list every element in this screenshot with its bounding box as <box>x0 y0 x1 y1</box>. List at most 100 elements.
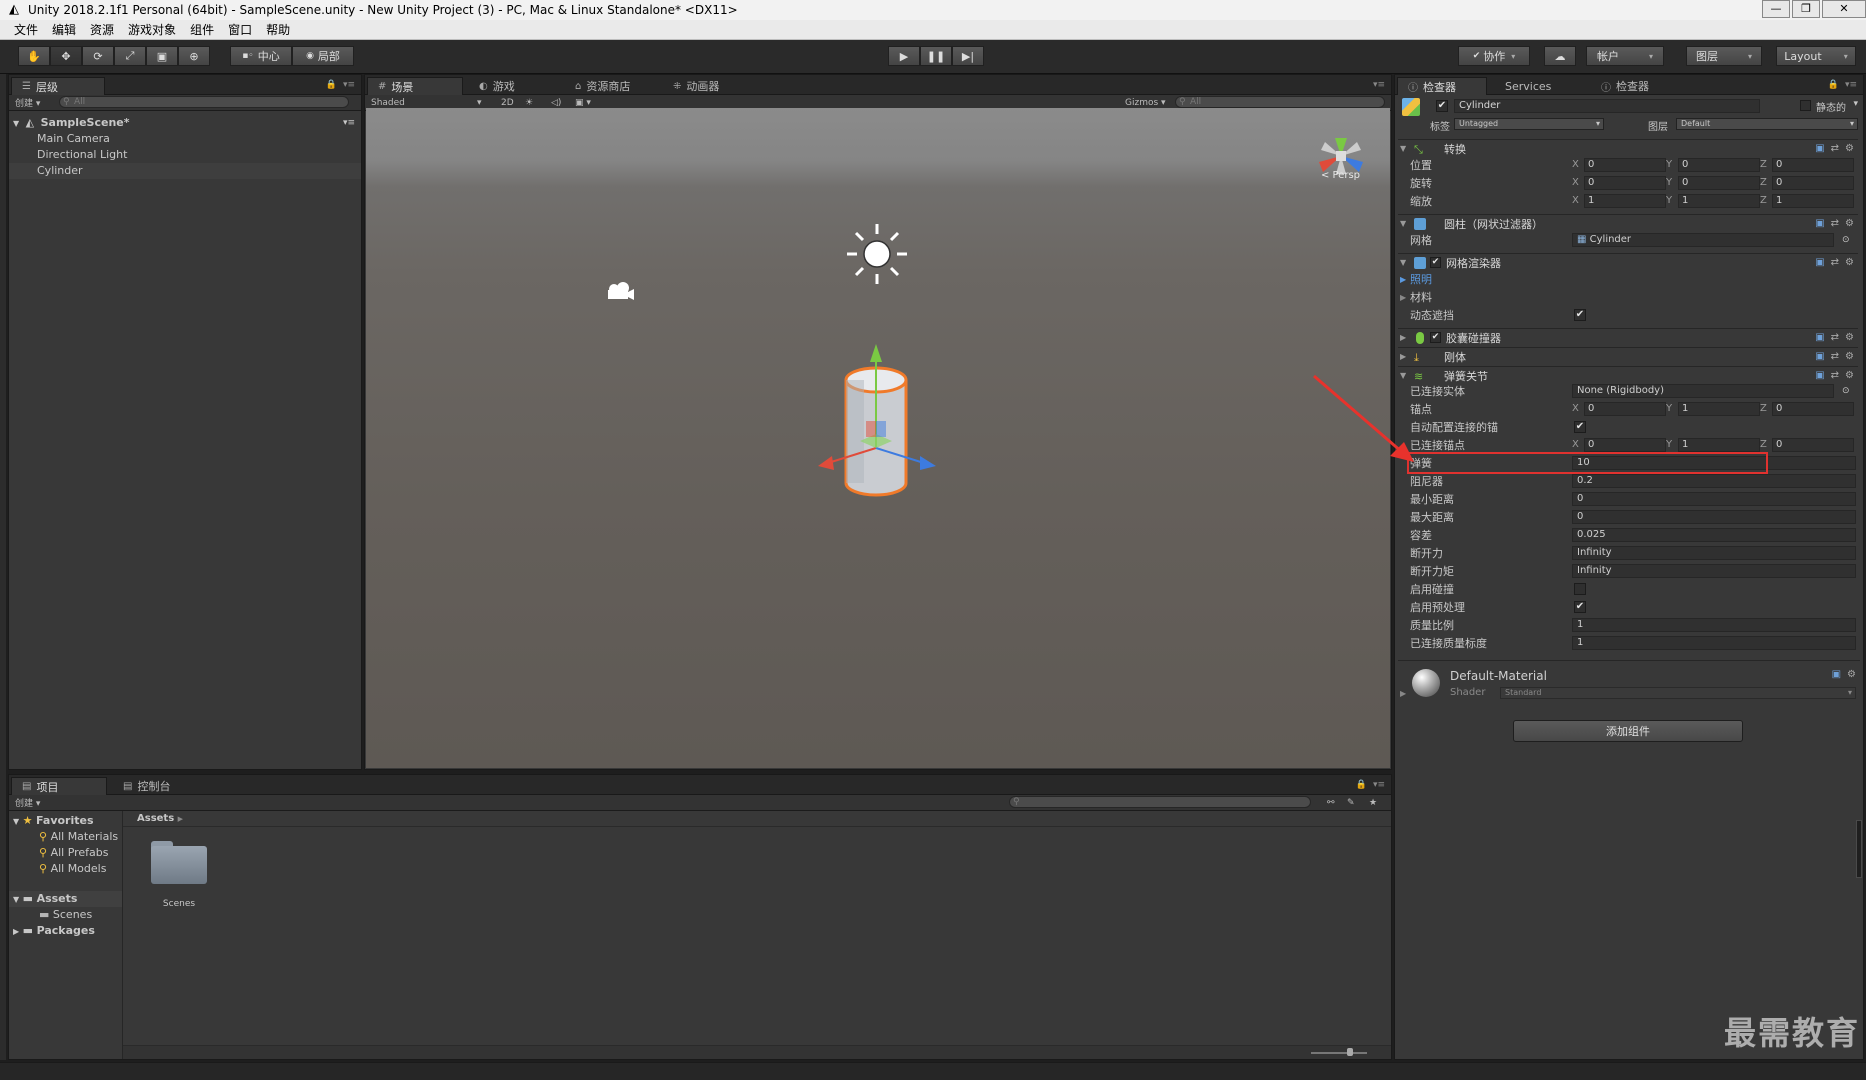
help-book-icon[interactable]: ▣ <box>1832 669 1841 680</box>
pause-button[interactable]: ❚❚ <box>920 46 952 66</box>
add-component-button[interactable]: 添加组件 <box>1513 720 1743 742</box>
inspector-scrollbar[interactable] <box>1856 820 1862 878</box>
move-tool-icon[interactable]: ✥ <box>50 46 82 66</box>
play-button[interactable]: ▶ <box>888 46 920 66</box>
mesh-renderer-enabled-checkbox[interactable]: ✔ <box>1430 257 1441 268</box>
hierarchy-item-directional-light[interactable]: Directional Light <box>9 147 367 163</box>
hierarchy-item-cylinder[interactable]: Cylinder <box>9 163 361 179</box>
preset-icon[interactable]: ⇄ <box>1831 218 1839 229</box>
static-dropdown-icon[interactable]: ▾ <box>1853 99 1858 109</box>
rect-tool-icon[interactable]: ▣ <box>146 46 178 66</box>
connected-anchor-x-field[interactable]: 0 <box>1584 438 1666 452</box>
tab-game[interactable]: ◐ 游戏 <box>469 77 525 95</box>
hierarchy-search-input[interactable]: ⚲ All <box>59 96 349 108</box>
hierarchy-item-main-camera[interactable]: Main Camera <box>9 131 367 147</box>
create-dropdown[interactable]: 创建 ▾ <box>15 96 40 109</box>
menu-window[interactable]: 窗口 <box>228 21 252 38</box>
menu-edit[interactable]: 编辑 <box>52 21 76 38</box>
scale-z-field[interactable]: 1 <box>1772 194 1854 208</box>
max-distance-field[interactable]: 0 <box>1572 510 1856 524</box>
help-book-icon[interactable]: ▣ <box>1815 218 1824 229</box>
object-active-checkbox[interactable]: ✔ <box>1436 100 1448 112</box>
panel-menu-icon[interactable]: ▾≡ <box>343 80 355 90</box>
position-y-field[interactable]: 0 <box>1678 158 1760 172</box>
panel-menu-icon[interactable]: ▾≡ <box>1373 80 1385 90</box>
panel-menu-icon[interactable]: ▾≡ <box>1373 780 1385 790</box>
panel-menu-icon[interactable]: ▾≡ <box>1845 80 1857 90</box>
menu-component[interactable]: 组件 <box>190 21 214 38</box>
anchor-x-field[interactable]: 0 <box>1584 402 1666 416</box>
enable-preprocessing-checkbox[interactable]: ✔ <box>1574 601 1586 613</box>
auto-configure-checkbox[interactable]: ✔ <box>1574 421 1586 433</box>
preset-icon[interactable]: ⇄ <box>1831 370 1839 381</box>
pivot-toggle[interactable]: ▪◦ 中心 <box>230 46 292 66</box>
preset-icon[interactable]: ⇄ <box>1831 332 1839 343</box>
scenes-folder[interactable]: ▬ Scenes <box>39 907 92 923</box>
tab-inspector-2[interactable]: ⓘ 检查器 <box>1591 77 1659 95</box>
rigidbody-header[interactable]: ▶ ⤓ 刚体 ▣ ⇄ ⚙ <box>1398 347 1858 365</box>
tab-hierarchy[interactable]: ☰ 层级 <box>11 77 105 95</box>
folder-tile-scenes[interactable]: Scenes <box>141 841 217 921</box>
mesh-renderer-header[interactable]: ▼ ✔ 网格渲染器 ▣ ⇄ ⚙ <box>1398 253 1858 271</box>
lock-icon[interactable]: 🔒 <box>326 80 337 90</box>
tag-dropdown[interactable]: Untagged ▾ <box>1454 118 1604 130</box>
preset-icon[interactable]: ⇄ <box>1831 257 1839 268</box>
collab-dropdown[interactable]: ✔ 协作 ▾ <box>1458 46 1530 66</box>
effects-dropdown-icon[interactable]: ▣ ▾ <box>575 98 591 108</box>
connected-body-field[interactable]: None (Rigidbody) <box>1572 384 1834 398</box>
object-picker-icon[interactable]: ⊙ <box>1842 386 1850 396</box>
help-book-icon[interactable]: ▣ <box>1815 143 1824 154</box>
favorite-all-materials[interactable]: ⚲ All Materials <box>39 829 118 845</box>
hand-tool-icon[interactable]: ✋ <box>18 46 50 66</box>
scene-row[interactable]: ▼ ◭ SampleScene* ▾≡ <box>9 115 361 131</box>
preset-icon[interactable]: ⇄ <box>1831 351 1839 362</box>
tolerance-field[interactable]: 0.025 <box>1572 528 1856 542</box>
menu-gameobject[interactable]: 游戏对象 <box>128 21 176 38</box>
shader-dropdown[interactable]: Standard ▾ <box>1500 687 1856 699</box>
directional-light-icon[interactable] <box>847 224 907 284</box>
mesh-filter-header[interactable]: ▼ 圆柱（网状过滤器） ▣ ⇄ ⚙ <box>1398 214 1858 232</box>
static-checkbox[interactable] <box>1800 100 1811 111</box>
maximize-button[interactable]: ❐ <box>1792 0 1820 18</box>
favorite-star-icon[interactable]: ★ <box>1369 798 1377 808</box>
project-search-input[interactable]: ⚲ <box>1009 796 1311 808</box>
preset-icon[interactable]: ⇄ <box>1831 143 1839 154</box>
mass-scale-field[interactable]: 1 <box>1572 618 1856 632</box>
audio-toggle-icon[interactable]: ◁) <box>551 98 561 108</box>
position-z-field[interactable]: 0 <box>1772 158 1854 172</box>
orientation-gizmo[interactable] <box>1319 138 1363 174</box>
gear-icon[interactable]: ⚙ <box>1845 351 1854 362</box>
enable-collision-checkbox[interactable] <box>1574 583 1586 595</box>
connected-anchor-z-field[interactable]: 0 <box>1772 438 1854 452</box>
help-book-icon[interactable]: ▣ <box>1815 370 1824 381</box>
capsule-collider-enabled-checkbox[interactable]: ✔ <box>1430 332 1441 343</box>
tab-services[interactable]: Services <box>1495 77 1561 95</box>
tab-scene[interactable]: # 场景 <box>367 77 463 95</box>
help-book-icon[interactable]: ▣ <box>1815 351 1824 362</box>
minimize-button[interactable]: — <box>1762 0 1790 18</box>
favorite-all-models[interactable]: ⚲ All Models <box>39 861 106 877</box>
damper-field[interactable]: 0.2 <box>1572 474 1856 488</box>
gizmos-dropdown[interactable]: Gizmos ▾ <box>1125 98 1166 108</box>
scene-search-input[interactable]: ⚲ All <box>1175 96 1385 108</box>
tab-inspector[interactable]: ⓘ 检查器 <box>1397 77 1487 95</box>
gear-icon[interactable]: ⚙ <box>1845 143 1854 154</box>
toggle-2d-button[interactable]: 2D <box>501 98 514 108</box>
tab-console[interactable]: ▤ 控制台 <box>113 777 180 795</box>
filter-by-type-icon[interactable]: ⚯ <box>1327 798 1335 808</box>
gear-icon[interactable]: ⚙ <box>1845 257 1854 268</box>
scale-y-field[interactable]: 1 <box>1678 194 1760 208</box>
materials-row[interactable]: ▶ 材料 <box>1398 288 1858 306</box>
filter-by-label-icon[interactable]: ✎ <box>1347 798 1355 808</box>
scene-viewport[interactable]: < Persp <box>366 108 1390 768</box>
gear-icon[interactable]: ⚙ <box>1845 218 1854 229</box>
break-force-field[interactable]: Infinity <box>1572 546 1856 560</box>
capsule-collider-header[interactable]: ▶ ✔ 胶囊碰撞器 ▣ ⇄ ⚙ <box>1398 328 1858 346</box>
step-button[interactable]: ▶| <box>952 46 984 66</box>
lock-icon[interactable]: 🔒 <box>1828 80 1839 90</box>
lighting-toggle-icon[interactable]: ☀ <box>525 98 533 108</box>
rotate-tool-icon[interactable]: ⟳ <box>82 46 114 66</box>
tab-animator[interactable]: ⁜ 动画器 <box>663 77 729 95</box>
scale-tool-icon[interactable]: ⤢ <box>114 46 146 66</box>
shading-dropdown[interactable]: Shaded ▾ <box>371 98 483 108</box>
